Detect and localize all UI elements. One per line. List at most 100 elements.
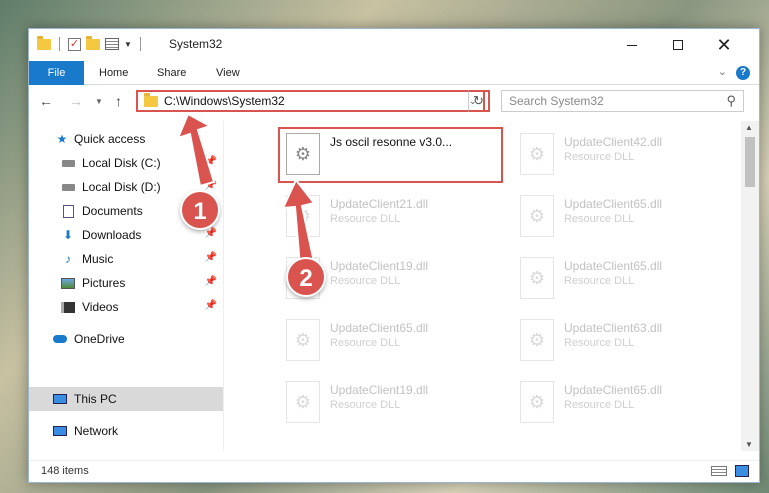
file-type: Resource DLL [564,151,635,163]
properties-check-icon[interactable]: ✓ [68,37,81,51]
file-type: Resource DLL [330,275,401,287]
picture-icon [61,276,75,290]
item-count: 148 items [41,465,89,477]
sidebar-item-label: Pictures [82,276,126,290]
dll-gear-icon: ⚙ [286,319,320,361]
search-box[interactable]: Search System32 ⚲ [501,90,744,112]
title-divider [139,37,141,51]
sidebar-item-network[interactable]: Network [29,419,223,443]
title-bar: ✓ ▼ System32 ✕ [29,29,759,61]
address-bar[interactable]: C:\Windows\System32 ⌄ [136,90,485,112]
maximize-icon [673,40,683,50]
expand-ribbon-chevron-icon[interactable]: ⌄ [718,65,727,78]
file-type: Resource DLL [564,213,635,225]
sidebar-item-onedrive[interactable]: OneDrive [29,327,223,351]
file-item[interactable]: ⚙ UpdateClient42.dll Resource DLL [514,129,741,181]
dll-gear-icon: ⚙ [520,195,554,237]
search-icon[interactable]: ⚲ [726,93,736,109]
file-item[interactable]: ⚙ UpdateClient65.dll Resource DLL [280,315,510,367]
pin-icon[interactable]: 📌 [205,180,217,191]
pin-icon[interactable]: 📌 [205,252,217,263]
search-input[interactable]: Search System32 [509,94,604,108]
sidebar-item-quick-access[interactable]: ★ Quick access [29,127,223,151]
file-name: UpdateClient65.dll [330,321,429,335]
dll-gear-icon: ⚙ [520,257,554,299]
customize-toolbar-caret-icon[interactable]: ▼ [124,40,132,49]
minimize-icon [627,44,637,46]
forward-arrow-icon[interactable]: → [69,93,83,109]
back-arrow-icon[interactable]: ← [39,93,53,109]
sidebar-item-label: Documents [82,204,143,218]
address-path[interactable]: C:\Windows\System32 [164,94,469,108]
file-explorer-window: ✓ ▼ System32 ✕ File Home Share View ⌄ ? … [28,28,760,483]
quick-access-toolbar: ✓ ▼ [37,35,144,51]
file-type: Resource DLL [330,399,401,411]
scrollbar-thumb[interactable] [745,137,755,187]
status-bar: 148 items [29,460,759,482]
sidebar-item-music[interactable]: ♪ Music 📌 [29,247,223,271]
sidebar-item-label: OneDrive [74,332,125,346]
dll-gear-icon: ⚙ [520,381,554,423]
maximize-button[interactable] [655,29,701,61]
dll-gear-icon: ⚙ [520,319,554,361]
step-2-badge: 2 [286,257,326,297]
sidebar-item-label: Local Disk (D:) [82,180,161,194]
sidebar-item-this-pc[interactable]: This PC [29,387,223,411]
sidebar-item-label: Downloads [82,228,142,242]
file-name: UpdateClient65.dll [564,197,663,211]
help-icon[interactable]: ? [736,66,750,80]
vertical-scrollbar[interactable]: ▲ ▼ [741,121,759,451]
tab-home[interactable]: Home [99,61,128,85]
file-name: UpdateClient63.dll [564,321,663,335]
file-item[interactable]: ⚙ UpdateClient19.dll Resource DLL [280,377,510,429]
file-item[interactable]: ⚙ UpdateClient65.dll Resource DLL [514,377,741,429]
window-title: System32 [169,37,223,51]
sidebar-item-local-disk-c[interactable]: Local Disk (C:) 📌 [29,151,223,175]
up-arrow-icon[interactable]: ↑ [115,93,122,109]
scroll-up-arrow-icon[interactable]: ▲ [745,123,753,132]
pin-icon[interactable]: 📌 [205,228,217,239]
sidebar-item-label: Local Disk (C:) [82,156,161,170]
properties-icon[interactable] [105,38,119,50]
dll-gear-icon: ⚙ [520,133,554,175]
refresh-button[interactable]: ↻ [468,90,490,112]
pin-icon[interactable]: 📌 [205,276,217,287]
file-item[interactable]: ⚙ UpdateClient63.dll Resource DLL [514,315,741,367]
toolbar-divider [59,37,60,51]
close-button[interactable]: ✕ [701,29,747,61]
file-item[interactable]: ⚙ UpdateClient21.dll Resource DLL [280,191,510,243]
recent-locations-caret-icon[interactable]: ▼ [95,97,103,106]
computer-icon [53,392,67,406]
tab-view[interactable]: View [216,61,240,85]
file-item[interactable]: ⚙ UpdateClient65.dll Resource DLL [514,253,741,305]
scroll-down-arrow-icon[interactable]: ▼ [745,440,753,449]
refresh-icon: ↻ [473,93,484,108]
sidebar-item-pictures[interactable]: Pictures 📌 [29,271,223,295]
folder-icon [144,92,158,107]
dll-gear-icon: ⚙ [286,195,320,237]
music-icon: ♪ [65,252,71,266]
details-view-icon[interactable] [711,466,727,476]
video-icon [61,300,75,314]
file-name: UpdateClient19.dll [330,259,429,273]
sidebar-item-videos[interactable]: Videos 📌 [29,295,223,319]
document-icon [61,204,75,218]
star-icon: ★ [56,132,68,146]
minimize-button[interactable] [609,29,655,61]
new-folder-icon[interactable] [86,35,100,50]
pin-icon[interactable]: 📌 [205,300,217,311]
navigation-bar: ← → ▼ ↑ C:\Windows\System32 ⌄ ↻ Search S… [29,87,759,117]
tab-file[interactable]: File [29,61,84,85]
pin-icon[interactable]: 📌 [205,156,217,167]
file-item[interactable]: ⚙ UpdateClient65.dll Resource DLL [514,191,741,243]
file-type: Resource DLL [564,337,635,349]
large-icons-view-icon[interactable] [735,465,749,477]
sidebar-item-label: Music [82,252,114,266]
network-icon [53,424,67,438]
file-name: UpdateClient65.dll [564,383,663,397]
tab-share[interactable]: Share [157,61,186,85]
disk-icon [61,156,75,170]
ribbon-tabs: File Home Share View ⌄ ? [29,61,759,85]
file-name: UpdateClient21.dll [330,197,429,211]
file-type: Resource DLL [564,399,635,411]
